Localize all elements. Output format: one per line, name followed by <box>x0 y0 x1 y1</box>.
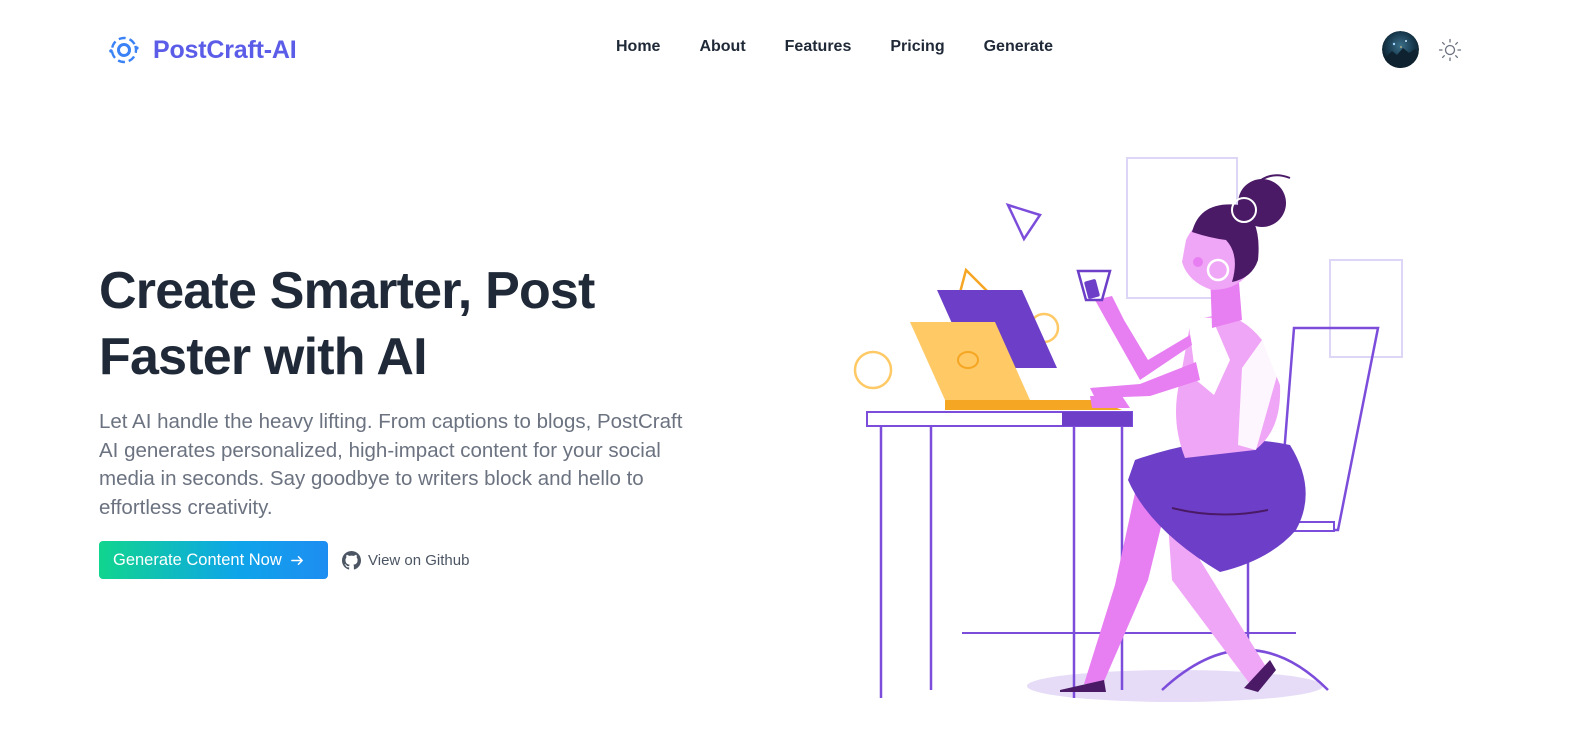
avatar-image <box>1382 31 1419 68</box>
hero-title: Create Smarter, Post Faster with AI <box>99 262 595 386</box>
hero-actions: Generate Content Now View on Github <box>99 541 469 579</box>
sun-icon <box>1438 38 1462 62</box>
nav-features[interactable]: Features <box>785 38 852 56</box>
github-label: View on Github <box>368 551 470 569</box>
circle-yellow-icon <box>853 350 893 390</box>
orbit-logo-icon <box>109 36 139 64</box>
floor-shadow <box>1027 670 1323 702</box>
generate-content-button[interactable]: Generate Content Now <box>99 541 328 579</box>
nav-pricing[interactable]: Pricing <box>890 38 944 56</box>
arrow-right-icon <box>290 555 303 565</box>
hero-description: Let AI handle the heavy lifting. From ca… <box>99 410 683 519</box>
brand-name: PostCraft-AI <box>153 35 297 64</box>
generate-content-label: Generate Content Now <box>113 550 282 569</box>
theme-toggle-button[interactable] <box>1438 38 1462 62</box>
user-avatar[interactable] <box>1382 31 1419 68</box>
main-nav: Home About Features Pricing Generate <box>616 38 1092 56</box>
hand-on-laptop <box>1090 396 1130 408</box>
github-icon <box>342 550 361 570</box>
nav-home[interactable]: Home <box>616 38 660 56</box>
nav-generate[interactable]: Generate <box>984 38 1053 56</box>
nav-about[interactable]: About <box>699 38 745 56</box>
brand-logo[interactable]: PostCraft-AI <box>107 32 297 68</box>
desk-shade <box>1062 412 1132 426</box>
cheek <box>1193 257 1203 267</box>
phone-screen <box>1084 279 1100 299</box>
view-on-github-link[interactable]: View on Github <box>342 550 470 570</box>
hero-illustration <box>853 157 1403 702</box>
hair-bun <box>1238 179 1286 227</box>
triangle-purple-icon <box>1005 202 1042 242</box>
wall-frame-right <box>1329 259 1403 358</box>
arm-raised <box>1095 296 1192 380</box>
navbar: PostCraft-AI Home About Features Pricing… <box>0 0 1580 100</box>
